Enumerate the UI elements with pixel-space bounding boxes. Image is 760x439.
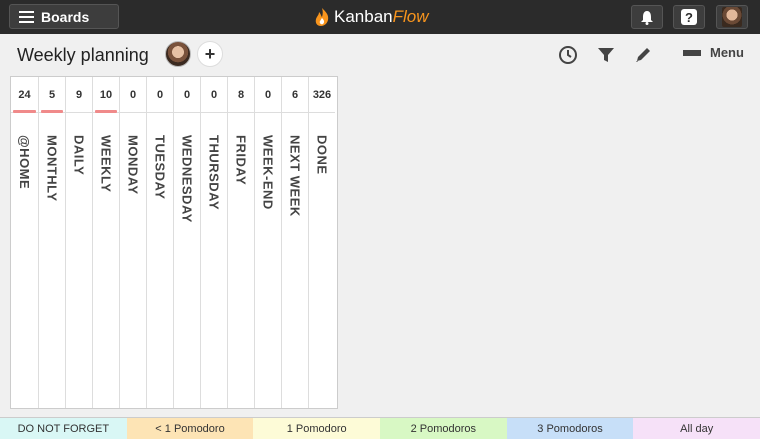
filter-icon <box>598 48 614 62</box>
legend-item: DO NOT FORGET <box>0 417 127 439</box>
board-column[interactable]: 326 DONE <box>309 77 335 408</box>
column-task-count: 8 <box>228 77 254 113</box>
svg-text:?: ? <box>685 10 693 25</box>
board-column[interactable]: 0 MONDAY <box>120 77 147 408</box>
board-column[interactable]: 6 NEXT WEEK <box>282 77 309 408</box>
column-task-count: 0 <box>120 77 146 113</box>
column-name: DONE <box>314 135 330 175</box>
app-logo[interactable]: Kanban Flow <box>313 7 429 27</box>
board-column[interactable]: 9 DAILY <box>66 77 93 408</box>
time-tracking-button[interactable] <box>557 44 579 66</box>
column-task-count: 10 <box>93 77 119 113</box>
wip-limit-indicator <box>95 110 117 113</box>
edit-board-button[interactable] <box>632 44 654 66</box>
column-name: TUESDAY <box>152 135 168 200</box>
legend-item: < 1 Pomodoro <box>126 417 254 439</box>
board-title: Weekly planning <box>17 45 149 65</box>
add-member-button[interactable]: + <box>197 41 223 67</box>
menu-icon <box>19 10 34 23</box>
column-name: MONTHLY <box>44 135 60 202</box>
column-task-count: 0 <box>147 77 173 113</box>
legend-item: 3 Pomodoros <box>506 417 634 439</box>
column-task-count: 0 <box>174 77 200 113</box>
board-header: Weekly planning + Menu <box>0 34 760 76</box>
boards-button[interactable]: Boards <box>9 4 119 29</box>
board-column[interactable]: 10 WEEKLY <box>93 77 120 408</box>
notifications-button[interactable] <box>631 5 663 29</box>
column-name: WEDNESDAY <box>179 135 195 223</box>
logo-text-flow: Flow <box>392 7 429 26</box>
legend-item: 2 Pomodoros <box>380 417 507 439</box>
column-task-count: 5 <box>39 77 65 113</box>
column-name: MONDAY <box>125 135 141 195</box>
board-column[interactable]: 0 WEDNESDAY <box>174 77 201 408</box>
column-task-count: 6 <box>282 77 308 113</box>
column-task-count: 0 <box>201 77 227 113</box>
board-column[interactable]: 0 THURSDAY <box>201 77 228 408</box>
column-name: WEEKLY <box>98 135 114 193</box>
column-task-count: 326 <box>309 77 335 113</box>
column-name: NEXT WEEK <box>287 135 303 217</box>
board-column[interactable]: 5 MONTHLY <box>39 77 66 408</box>
user-avatar <box>722 7 742 27</box>
top-bar: Boards Kanban Flow ? <box>0 0 760 34</box>
column-name: THURSDAY <box>206 135 222 211</box>
pencil-icon <box>636 48 650 62</box>
user-menu-button[interactable] <box>716 5 748 29</box>
board-column[interactable]: 24 @HOME <box>11 77 39 408</box>
boards-button-label: Boards <box>41 8 90 25</box>
board-menu-label: Menu <box>710 45 744 60</box>
bell-icon <box>641 10 653 25</box>
column-name: FRIDAY <box>233 135 249 186</box>
column-task-count: 0 <box>255 77 281 113</box>
board-column[interactable]: 0 TUESDAY <box>147 77 174 408</box>
column-task-count: 9 <box>66 77 92 113</box>
board-column[interactable]: 8 FRIDAY <box>228 77 255 408</box>
column-name: DAILY <box>71 135 87 176</box>
wip-limit-indicator <box>41 110 63 113</box>
logo-text-kanban: Kanban <box>334 7 393 26</box>
column-name: @HOME <box>17 135 32 190</box>
legend-item: All day <box>633 417 760 439</box>
help-icon: ? <box>681 9 697 25</box>
menu-icon <box>683 49 701 56</box>
kanban-board: 24 @HOME 5 MONTHLY 9 DAILY 10 WEEKLY 0 MONDAY 0 TUE… <box>10 76 338 409</box>
wip-limit-indicator <box>13 110 36 113</box>
legend-item: 1 Pomodoro <box>253 417 381 439</box>
kanbanflow-logo-icon <box>315 8 329 26</box>
board-menu-button[interactable]: Menu <box>683 45 744 60</box>
help-button[interactable]: ? <box>673 5 705 29</box>
color-legend: DO NOT FORGET < 1 Pomodoro 1 Pomodoro 2 Pom… <box>0 417 760 439</box>
clock-icon <box>559 46 577 64</box>
board-member-avatar[interactable] <box>165 41 191 67</box>
filter-button[interactable] <box>595 44 617 66</box>
column-task-count: 24 <box>11 77 38 113</box>
column-name: WEEK-END <box>260 135 276 210</box>
board-column[interactable]: 0 WEEK-END <box>255 77 282 408</box>
